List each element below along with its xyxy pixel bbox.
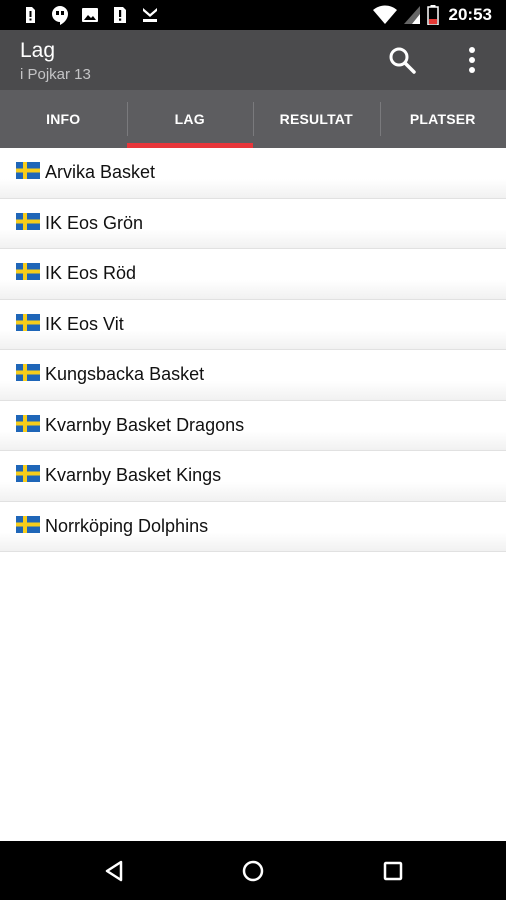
list-item[interactable]: Norrköping Dolphins xyxy=(0,501,506,552)
team-name: IK Eos Vit xyxy=(45,313,124,334)
cell-signal-icon xyxy=(403,6,420,24)
swedish-flag-icon xyxy=(16,515,40,533)
list-item[interactable]: Kvarnby Basket Dragons xyxy=(0,400,506,451)
battery-icon xyxy=(426,5,439,25)
tab-platser[interactable]: PLATSER xyxy=(379,90,506,148)
page-subtitle: i Pojkar 13 xyxy=(20,66,91,83)
recents-icon[interactable] xyxy=(379,857,407,885)
image-icon xyxy=(82,8,98,22)
team-name: Kungsbacka Basket xyxy=(45,364,205,384)
list-item[interactable]: Kvarnby Basket Kings xyxy=(0,451,506,502)
team-name: IK Eos Röd xyxy=(45,263,137,283)
tab-lag[interactable]: LAG xyxy=(126,90,254,148)
page-title: Lag xyxy=(20,39,56,62)
navigation-bar xyxy=(0,841,506,900)
list-item[interactable]: IK Eos Röd xyxy=(0,249,506,300)
download-icon xyxy=(143,8,157,22)
tab-bar: INFO LAG RESULTAT PLATSER xyxy=(0,90,506,148)
swedish-flag-icon xyxy=(16,313,40,331)
sim-alert-icon xyxy=(114,7,126,23)
list-item[interactable]: IK Eos Grön xyxy=(0,198,506,249)
wifi-icon xyxy=(372,5,397,24)
notification-icons xyxy=(20,5,160,25)
list-item[interactable]: Arvika Basket xyxy=(0,148,506,199)
team-name: Norrköping Dolphins xyxy=(45,515,209,536)
swedish-flag-icon xyxy=(16,212,40,230)
home-icon[interactable] xyxy=(239,857,267,885)
tab-info[interactable]: INFO xyxy=(0,90,127,148)
team-name: Arvika Basket xyxy=(45,162,156,182)
system-status: 20:53 xyxy=(372,4,492,26)
team-name: Kvarnby Basket Dragons xyxy=(45,414,245,435)
app-bar: Lag i Pojkar 13 xyxy=(0,30,506,90)
team-list: Arvika Basket IK Eos Grön IK Eos Röd IK … xyxy=(0,148,506,552)
search-icon[interactable] xyxy=(386,44,418,76)
team-name: Kvarnby Basket Kings xyxy=(45,465,222,485)
team-name: IK Eos Grön xyxy=(45,212,144,233)
swedish-flag-icon xyxy=(16,414,40,432)
list-item[interactable]: Kungsbacka Basket xyxy=(0,350,506,401)
back-icon[interactable] xyxy=(100,857,128,885)
status-bar: 20:53 xyxy=(0,0,506,30)
swedish-flag-icon xyxy=(16,263,40,280)
tab-resultat[interactable]: RESULTAT xyxy=(253,90,380,148)
swedish-flag-icon xyxy=(16,364,40,381)
status-time: 20:53 xyxy=(448,5,492,24)
list-item[interactable]: IK Eos Vit xyxy=(0,299,506,350)
swedish-flag-icon xyxy=(16,162,40,179)
more-vert-icon[interactable] xyxy=(458,44,486,76)
sim-alert-icon xyxy=(26,7,35,23)
swedish-flag-icon xyxy=(16,465,40,482)
hangouts-icon xyxy=(52,6,68,25)
